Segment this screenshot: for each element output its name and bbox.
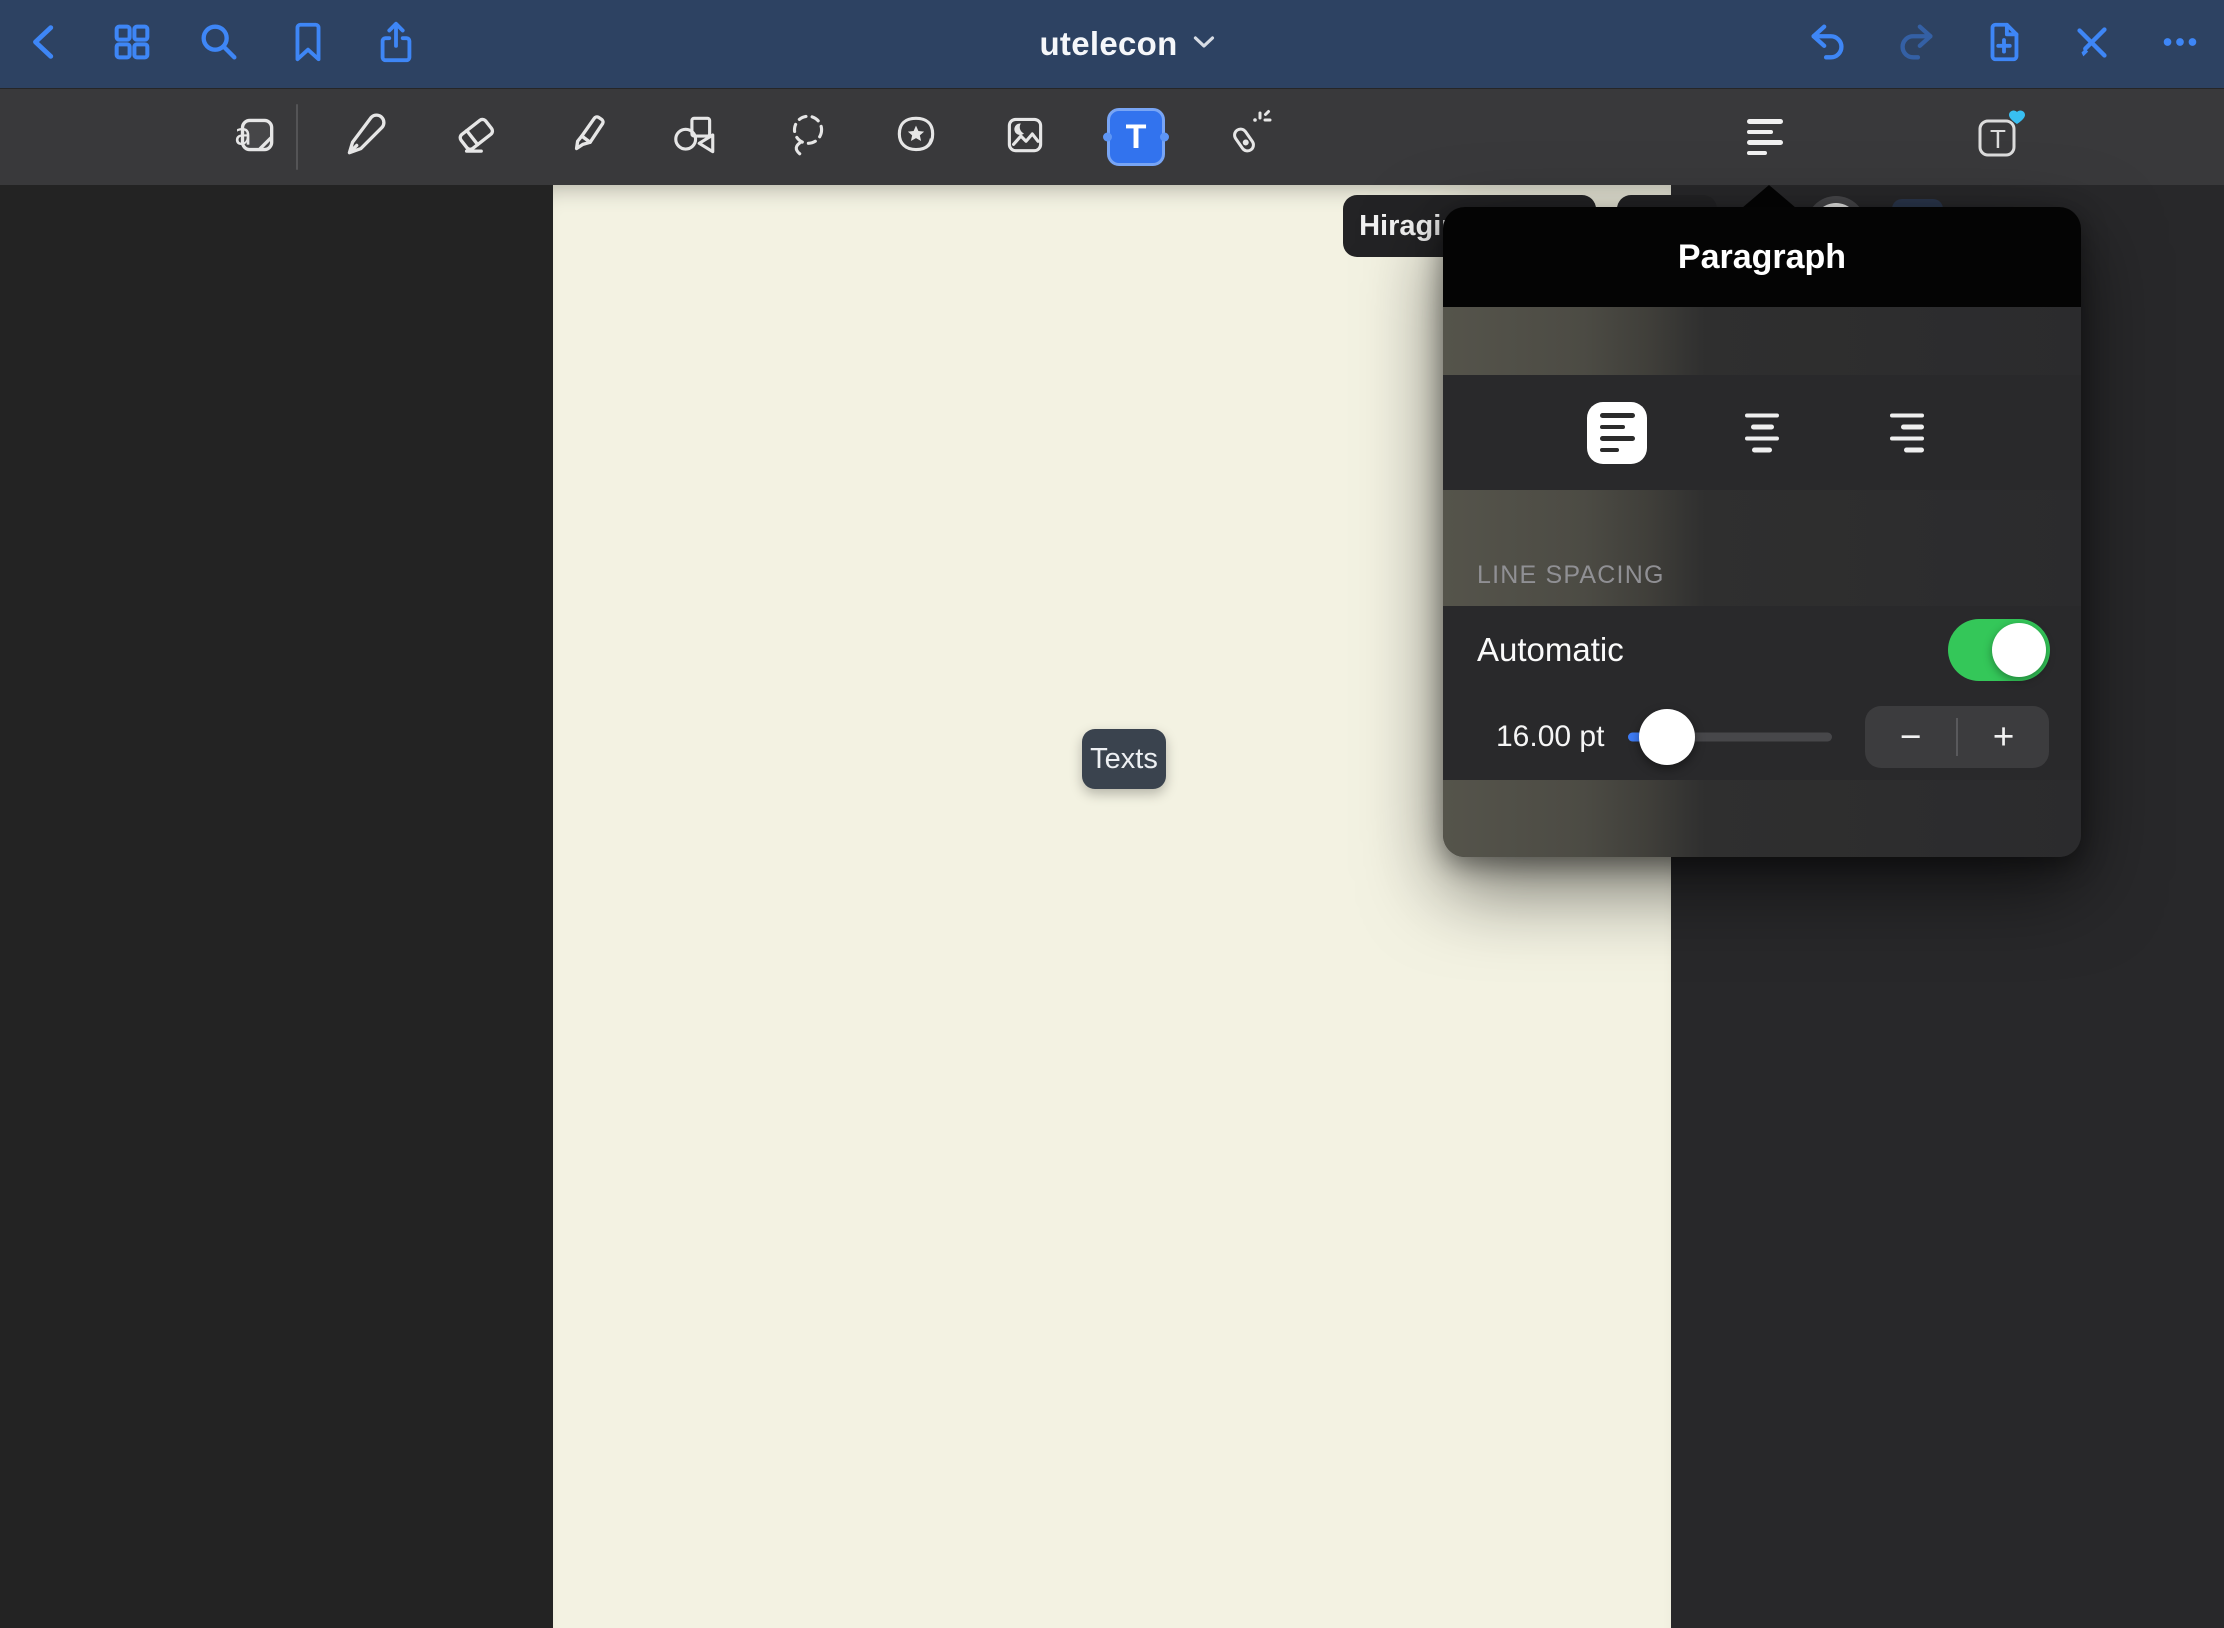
line-spacing-section: LINE SPACING: [1443, 490, 2081, 606]
align-center-option[interactable]: [1745, 413, 1779, 452]
increase-spacing-button[interactable]: +: [1958, 706, 2049, 768]
document-title: utelecon: [1039, 25, 1177, 63]
document-title-button[interactable]: utelecon: [1039, 25, 1214, 63]
crossed-pen-icon: [2069, 19, 2115, 70]
sticker-tool[interactable]: [888, 109, 944, 165]
text-tool-icon: T: [1126, 118, 1147, 157]
selection-handle-left: [1103, 133, 1112, 142]
zoom-window-icon: a: [230, 110, 280, 165]
text-tool-selected[interactable]: T: [1107, 108, 1165, 166]
automatic-label: Automatic: [1477, 631, 1624, 669]
lasso-tool[interactable]: [779, 109, 835, 165]
paragraph-align-button[interactable]: [1737, 109, 1793, 165]
shapes-tool[interactable]: [666, 109, 722, 165]
bookmark-button[interactable]: [280, 16, 336, 72]
svg-text:T: T: [1990, 124, 2006, 154]
sticker-star-icon: [891, 110, 941, 165]
favorite-text-style-button[interactable]: T: [1972, 109, 2028, 165]
zoom-window-tool[interactable]: a: [227, 109, 283, 165]
popover-spacer-band: [1443, 307, 2081, 375]
share-button[interactable]: [368, 16, 424, 72]
grid-icon: [109, 19, 155, 70]
popover-footer-band: [1443, 780, 2081, 857]
ellipsis-icon: [2157, 19, 2203, 70]
paragraph-popover: Paragraph: [1443, 185, 2081, 857]
popover-title: Paragraph: [1678, 238, 1846, 277]
laser-pointer-icon: [1220, 109, 1272, 166]
image-tool[interactable]: [997, 109, 1053, 165]
app-window: utelecon: [0, 0, 2224, 1628]
align-right-icon: [1890, 413, 1924, 452]
toolbar-divider: [296, 104, 298, 170]
tool-bar: a: [0, 88, 2224, 185]
undo-button[interactable]: [1800, 16, 1856, 72]
automatic-row: Automatic: [1443, 606, 2081, 694]
toggle-knob: [1992, 623, 2046, 677]
thumbnails-button[interactable]: [104, 16, 160, 72]
spacing-stepper: − +: [1865, 706, 2049, 768]
align-center-icon: [1745, 413, 1779, 452]
laser-pointer-tool[interactable]: [1218, 109, 1274, 165]
redo-icon: [1893, 19, 1939, 70]
selected-text-object[interactable]: Texts: [1082, 729, 1166, 789]
selected-text-label: Texts: [1090, 743, 1158, 776]
back-chevron-icon: [23, 19, 69, 70]
spacing-value: 16.00 pt: [1496, 720, 1604, 754]
title-chevron-down-icon: [1194, 35, 1215, 53]
eraser-icon: [451, 110, 501, 165]
align-left-icon: [1600, 413, 1635, 452]
pen-mode-toggle-button[interactable]: [2064, 16, 2120, 72]
eraser-tool[interactable]: [448, 109, 504, 165]
spacing-slider-knob[interactable]: [1639, 709, 1695, 765]
spacing-slider-row: 16.00 pt − +: [1443, 694, 2081, 780]
search-button[interactable]: [191, 16, 247, 72]
popover-header: Paragraph: [1443, 207, 2081, 307]
svg-text:a: a: [234, 117, 252, 151]
pen-icon: [339, 110, 389, 165]
redo-button[interactable]: [1888, 16, 1944, 72]
selection-handle-right: [1160, 133, 1169, 142]
popover-panel: Paragraph: [1443, 207, 2081, 857]
pen-tool[interactable]: [336, 109, 392, 165]
back-button[interactable]: [18, 16, 74, 72]
shapes-icon: [669, 110, 719, 165]
search-icon: [196, 19, 242, 70]
add-page-button[interactable]: [1976, 16, 2032, 72]
align-left-option[interactable]: [1587, 402, 1647, 464]
image-icon: [1000, 110, 1050, 165]
more-button[interactable]: [2152, 16, 2208, 72]
decrease-spacing-button[interactable]: −: [1865, 706, 1956, 768]
align-right-option[interactable]: [1890, 413, 1924, 452]
canvas-gutter-left: [0, 185, 553, 1628]
text-style-heart-icon: T: [1972, 107, 2028, 168]
share-icon: [373, 19, 419, 70]
line-spacing-label: LINE SPACING: [1477, 561, 1665, 590]
undo-icon: [1805, 19, 1851, 70]
highlighter-tool[interactable]: [559, 109, 615, 165]
alignment-row: [1443, 375, 2081, 490]
bookmark-icon: [285, 19, 331, 70]
lasso-icon: [782, 110, 832, 165]
top-navigation-bar: utelecon: [0, 0, 2224, 88]
popover-arrow: [1742, 185, 1796, 208]
highlighter-icon: [562, 110, 612, 165]
align-left-icon: [1747, 119, 1783, 155]
automatic-toggle[interactable]: [1948, 619, 2050, 681]
add-page-icon: [1981, 19, 2027, 70]
